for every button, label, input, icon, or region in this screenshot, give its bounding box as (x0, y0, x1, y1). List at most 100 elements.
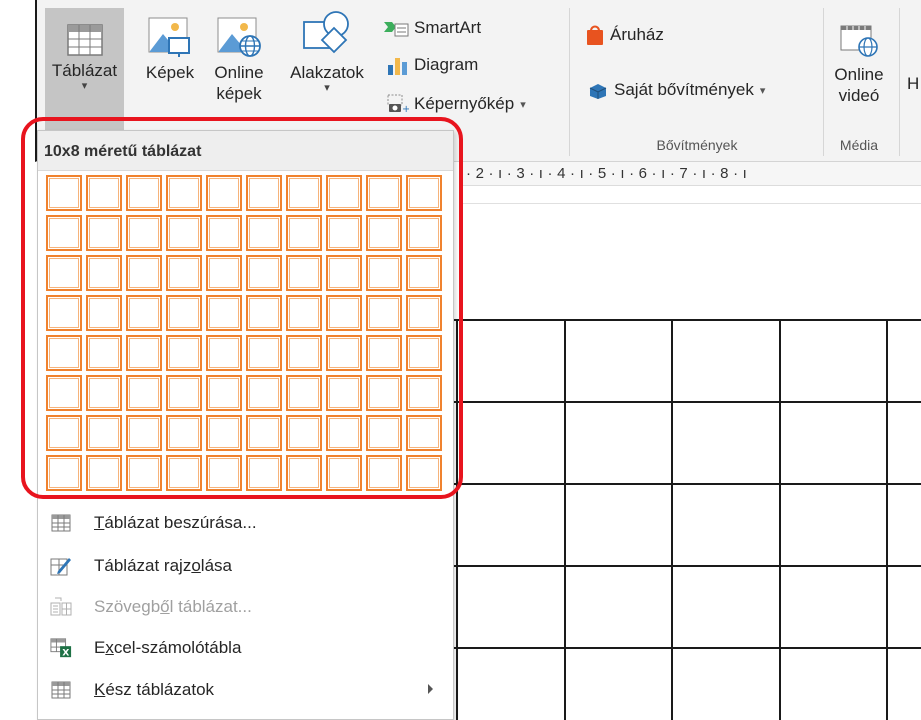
grid-cell[interactable] (126, 255, 162, 291)
grid-cell[interactable] (86, 255, 122, 291)
grid-cell[interactable] (286, 175, 322, 211)
grid-cell[interactable] (366, 255, 402, 291)
grid-cell[interactable] (286, 335, 322, 371)
online-pictures-button[interactable]: Online képek (203, 8, 275, 104)
grid-cell[interactable] (326, 455, 362, 491)
grid-cell[interactable] (206, 375, 242, 411)
grid-cell[interactable] (406, 415, 442, 451)
online-video-button[interactable]: Online videó (831, 8, 887, 106)
shapes-button[interactable]: Alakzatok ▾ (279, 8, 375, 94)
grid-cell[interactable] (86, 295, 122, 331)
grid-cell[interactable] (46, 455, 82, 491)
grid-cell[interactable] (326, 295, 362, 331)
grid-cell[interactable] (326, 255, 362, 291)
grid-cell[interactable] (86, 175, 122, 211)
grid-cell[interactable] (246, 295, 282, 331)
grid-cell[interactable] (46, 295, 82, 331)
grid-cell[interactable] (286, 375, 322, 411)
grid-cell[interactable] (286, 255, 322, 291)
grid-cell[interactable] (206, 415, 242, 451)
grid-cell[interactable] (46, 255, 82, 291)
grid-cell[interactable] (166, 175, 202, 211)
grid-cell[interactable] (46, 335, 82, 371)
grid-cell[interactable] (286, 415, 322, 451)
grid-cell[interactable] (366, 215, 402, 251)
grid-cell[interactable] (406, 335, 442, 371)
grid-cell[interactable] (126, 295, 162, 331)
my-addins-button[interactable]: Saját bővítmények ▾ (587, 80, 765, 100)
grid-cell[interactable] (166, 255, 202, 291)
grid-cell[interactable] (326, 335, 362, 371)
grid-cell[interactable] (166, 215, 202, 251)
grid-cell[interactable] (246, 335, 282, 371)
grid-cell[interactable] (326, 215, 362, 251)
store-button[interactable]: Áruház (585, 24, 664, 46)
grid-cell[interactable] (406, 295, 442, 331)
grid-cell[interactable] (126, 455, 162, 491)
menu-item-label: Kész táblázatok (94, 679, 215, 699)
grid-cell[interactable] (46, 215, 82, 251)
screenshot-button[interactable]: + Képernyőkép ▾ (387, 94, 526, 114)
table-size-grid[interactable] (46, 175, 446, 495)
grid-cell[interactable] (326, 375, 362, 411)
grid-cell[interactable] (46, 415, 82, 451)
menu-item-draw-table[interactable]: Táblázat rajzolása (38, 547, 453, 584)
horizontal-ruler[interactable]: · 2 · ı · 3 · ı · 4 · ı · 5 · ı · 6 · ı … (460, 162, 921, 204)
grid-cell[interactable] (206, 335, 242, 371)
grid-cell[interactable] (86, 455, 122, 491)
table-button[interactable]: Táblázat ▾ (45, 8, 124, 130)
grid-cell[interactable] (366, 375, 402, 411)
pictures-button[interactable]: Képek (141, 8, 199, 83)
grid-cell[interactable] (366, 175, 402, 211)
grid-cell[interactable] (406, 375, 442, 411)
grid-cell[interactable] (126, 415, 162, 451)
grid-cell[interactable] (126, 175, 162, 211)
grid-cell[interactable] (166, 295, 202, 331)
grid-cell[interactable] (406, 215, 442, 251)
grid-cell[interactable] (166, 335, 202, 371)
grid-cell[interactable] (246, 255, 282, 291)
grid-cell[interactable] (246, 455, 282, 491)
grid-cell[interactable] (46, 175, 82, 211)
grid-cell[interactable] (86, 375, 122, 411)
chart-button[interactable]: Diagram (387, 55, 478, 75)
grid-cell[interactable] (246, 175, 282, 211)
grid-cell[interactable] (206, 295, 242, 331)
screenshot-icon: + (387, 94, 409, 114)
grid-cell[interactable] (86, 335, 122, 371)
grid-cell[interactable] (86, 215, 122, 251)
menu-item-excel-spreadsheet[interactable]: X Excel-számolótábla (38, 629, 453, 666)
grid-cell[interactable] (166, 375, 202, 411)
grid-cell[interactable] (286, 215, 322, 251)
grid-cell[interactable] (86, 415, 122, 451)
grid-cell[interactable] (366, 295, 402, 331)
grid-cell[interactable] (206, 175, 242, 211)
grid-cell[interactable] (326, 175, 362, 211)
pictures-button-label: Képek (145, 63, 195, 82)
grid-cell[interactable] (166, 415, 202, 451)
grid-cell[interactable] (166, 455, 202, 491)
grid-cell[interactable] (206, 455, 242, 491)
grid-cell[interactable] (326, 415, 362, 451)
grid-cell[interactable] (406, 455, 442, 491)
grid-cell[interactable] (406, 255, 442, 291)
grid-cell[interactable] (366, 335, 402, 371)
grid-cell[interactable] (246, 415, 282, 451)
menu-item-insert-table[interactable]: Táblázat beszúrása... (38, 504, 453, 541)
grid-cell[interactable] (126, 215, 162, 251)
grid-cell[interactable] (126, 375, 162, 411)
grid-cell[interactable] (286, 455, 322, 491)
store-bag-icon (585, 24, 605, 46)
grid-cell[interactable] (366, 415, 402, 451)
grid-cell[interactable] (286, 295, 322, 331)
grid-cell[interactable] (46, 375, 82, 411)
grid-cell[interactable] (246, 215, 282, 251)
grid-cell[interactable] (206, 255, 242, 291)
grid-cell[interactable] (126, 335, 162, 371)
smartart-button[interactable]: SmartArt (383, 18, 481, 38)
grid-cell[interactable] (246, 375, 282, 411)
grid-cell[interactable] (406, 175, 442, 211)
grid-cell[interactable] (206, 215, 242, 251)
grid-cell[interactable] (366, 455, 402, 491)
menu-item-quick-tables[interactable]: Kész táblázatok (38, 671, 453, 708)
